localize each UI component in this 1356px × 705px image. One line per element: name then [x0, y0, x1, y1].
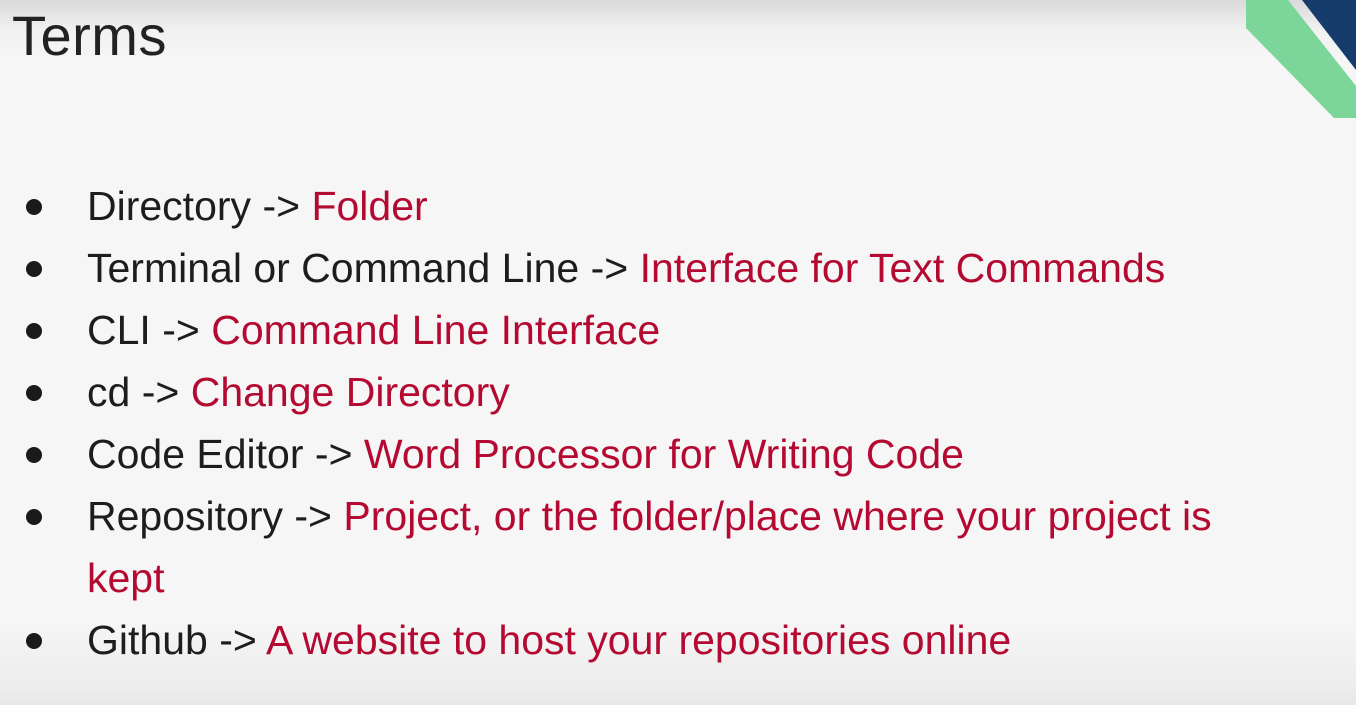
arrow-separator: ->: [590, 245, 640, 291]
term-definition: Word Processor for Writing Code: [363, 431, 964, 477]
slide-title: Terms: [12, 4, 167, 67]
bullet-icon: [26, 199, 42, 215]
term-label: Terminal or Command Line: [87, 245, 580, 291]
bullet-icon: [26, 447, 42, 463]
list-item: Terminal or Command Line -> Interface fo…: [0, 237, 1356, 299]
list-item: Directory -> Folder: [0, 175, 1356, 237]
term-label: Code Editor: [87, 431, 304, 477]
list-item: cd -> Change Directory: [0, 361, 1356, 423]
bullet-icon: [26, 385, 42, 401]
term-label: CLI: [87, 307, 151, 353]
arrow-separator: ->: [219, 617, 266, 663]
list-item: Code Editor -> Word Processor for Writin…: [0, 423, 1356, 485]
terms-list: Directory -> Folder Terminal or Command …: [0, 175, 1356, 671]
term-label: cd: [87, 369, 131, 415]
term-definition: Interface for Text Commands: [639, 245, 1166, 291]
list-item: CLI -> Command Line Interface: [0, 299, 1356, 361]
arrow-separator: ->: [162, 307, 212, 353]
bullet-icon: [26, 633, 42, 649]
term-definition: Folder: [311, 183, 428, 229]
corner-decoration: [1246, 0, 1356, 118]
bullet-icon: [26, 323, 42, 339]
term-definition: Project, or the folder/place where your …: [343, 493, 1212, 539]
list-item: Repository -> Project, or the folder/pla…: [0, 485, 1356, 609]
term-label: Repository: [87, 493, 283, 539]
arrow-separator: ->: [294, 493, 344, 539]
bullet-icon: [26, 509, 42, 525]
term-definition: A website to host your repositories onli…: [265, 617, 1012, 663]
list-item: Github -> A website to host your reposit…: [0, 609, 1356, 671]
term-definition: Command Line Interface: [211, 307, 661, 353]
arrow-separator: ->: [262, 183, 312, 229]
arrow-separator: ->: [314, 431, 364, 477]
term-label: Github: [87, 617, 208, 663]
term-definition: Change Directory: [190, 369, 510, 415]
arrow-separator: ->: [141, 369, 191, 415]
term-label: Directory: [87, 183, 252, 229]
bullet-icon: [26, 261, 42, 277]
term-definition-continued: kept: [87, 555, 165, 601]
